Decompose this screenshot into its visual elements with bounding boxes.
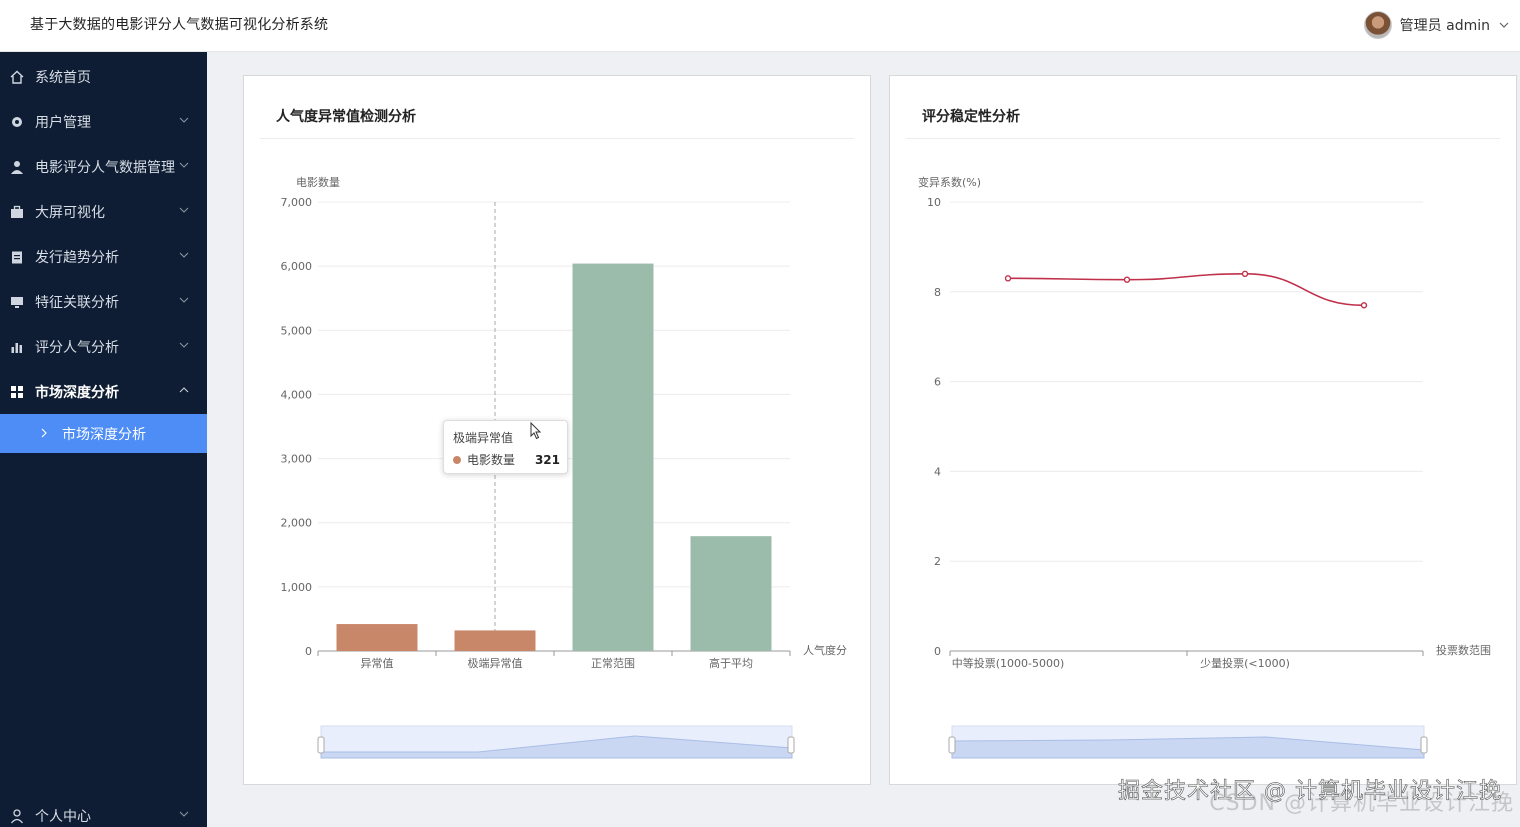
sidebar-item-label: 系统首页 [35, 70, 91, 86]
avatar[interactable] [1363, 11, 1392, 39]
legend-dot-icon [453, 455, 461, 464]
user-menu[interactable]: 管理员 admin [1363, 9, 1510, 41]
chevron-down-icon[interactable] [1498, 19, 1510, 31]
mouse-cursor-icon [530, 422, 542, 440]
sidebar-item-1[interactable]: 系统首页 [0, 55, 207, 99]
chevron-down-icon [179, 207, 189, 213]
briefcase-icon [9, 204, 25, 220]
chevron-down-icon [179, 297, 189, 303]
sidebar-subitem-active[interactable]: 市场深度分析 [0, 414, 207, 453]
chevron-down-icon [179, 117, 189, 123]
watermark: 掘金技术社区 @ 计算机毕业设计江挽 [1118, 779, 1502, 805]
divider [260, 138, 854, 139]
home-icon [9, 69, 25, 85]
chevron-up-icon [179, 387, 189, 393]
sidebar-item-7[interactable]: 评分人气分析 [0, 325, 207, 369]
grid-icon [9, 384, 25, 400]
panel-title: 人气度异常值检测分析 [276, 109, 416, 125]
sidebar-item-label: 个人中心 [35, 809, 91, 825]
chevron-down-icon [179, 162, 189, 168]
clipboard-icon [9, 249, 25, 265]
sidebar-item-label: 用户管理 [35, 115, 91, 131]
sidebar-item-5[interactable]: 发行趋势分析 [0, 235, 207, 279]
sidebar: 系统首页用户管理电影评分人气数据管理 大屏可视化发行趋势分析 特征关联分析 评分人气分… [0, 52, 207, 827]
sidebar-item-2[interactable]: 用户管理 [0, 100, 207, 144]
sidebar-item-label: 市场深度分析 [35, 385, 119, 401]
stability-panel: 评分稳定性分析 [889, 75, 1517, 785]
bar-chart-icon [9, 339, 25, 355]
sidebar-item-9[interactable]: 个人中心 [0, 794, 207, 827]
tooltip-title: 极端异常值 [453, 431, 514, 445]
sidebar-item-label: 特征关联分析 [35, 295, 119, 311]
monitor-icon [9, 294, 25, 310]
sidebar-subitem-label: 市场深度分析 [62, 426, 146, 443]
gear-icon [9, 114, 25, 130]
divider [906, 138, 1500, 139]
sidebar-item-label: 评分人气分析 [35, 340, 119, 356]
chevron-right-icon [41, 428, 47, 438]
sidebar-item-label: 电影评分人气数据管理 [35, 160, 175, 176]
sidebar-item-4[interactable]: 大屏可视化 [0, 190, 207, 234]
sidebar-item-label: 发行趋势分析 [35, 250, 119, 266]
sidebar-item-6[interactable]: 特征关联分析 [0, 280, 207, 324]
sidebar-item-8[interactable]: 市场深度分析 [0, 370, 207, 414]
sidebar-item-3[interactable]: 电影评分人气数据管理 [0, 145, 207, 189]
user-name[interactable]: 管理员 admin [1400, 15, 1490, 35]
tooltip-series: 电影数量 [467, 453, 516, 467]
chevron-down-icon [179, 252, 189, 258]
chart-tooltip: 极端异常值 电影数量 321 [443, 420, 568, 474]
panel-title: 评分稳定性分析 [922, 109, 1020, 125]
top-bar: 基于大数据的电影评分人气数据可视化分析系统 管理员 admin [0, 0, 1520, 52]
chevron-down-icon [179, 811, 189, 817]
user-icon [9, 159, 25, 175]
tooltip-value: 321 [534, 452, 560, 467]
app-title: 基于大数据的电影评分人气数据可视化分析系统 [30, 17, 329, 33]
person-icon [9, 808, 25, 824]
tooltip-row: 电影数量 321 [453, 451, 560, 468]
chevron-down-icon [179, 342, 189, 348]
sidebar-item-label: 大屏可视化 [35, 205, 105, 221]
